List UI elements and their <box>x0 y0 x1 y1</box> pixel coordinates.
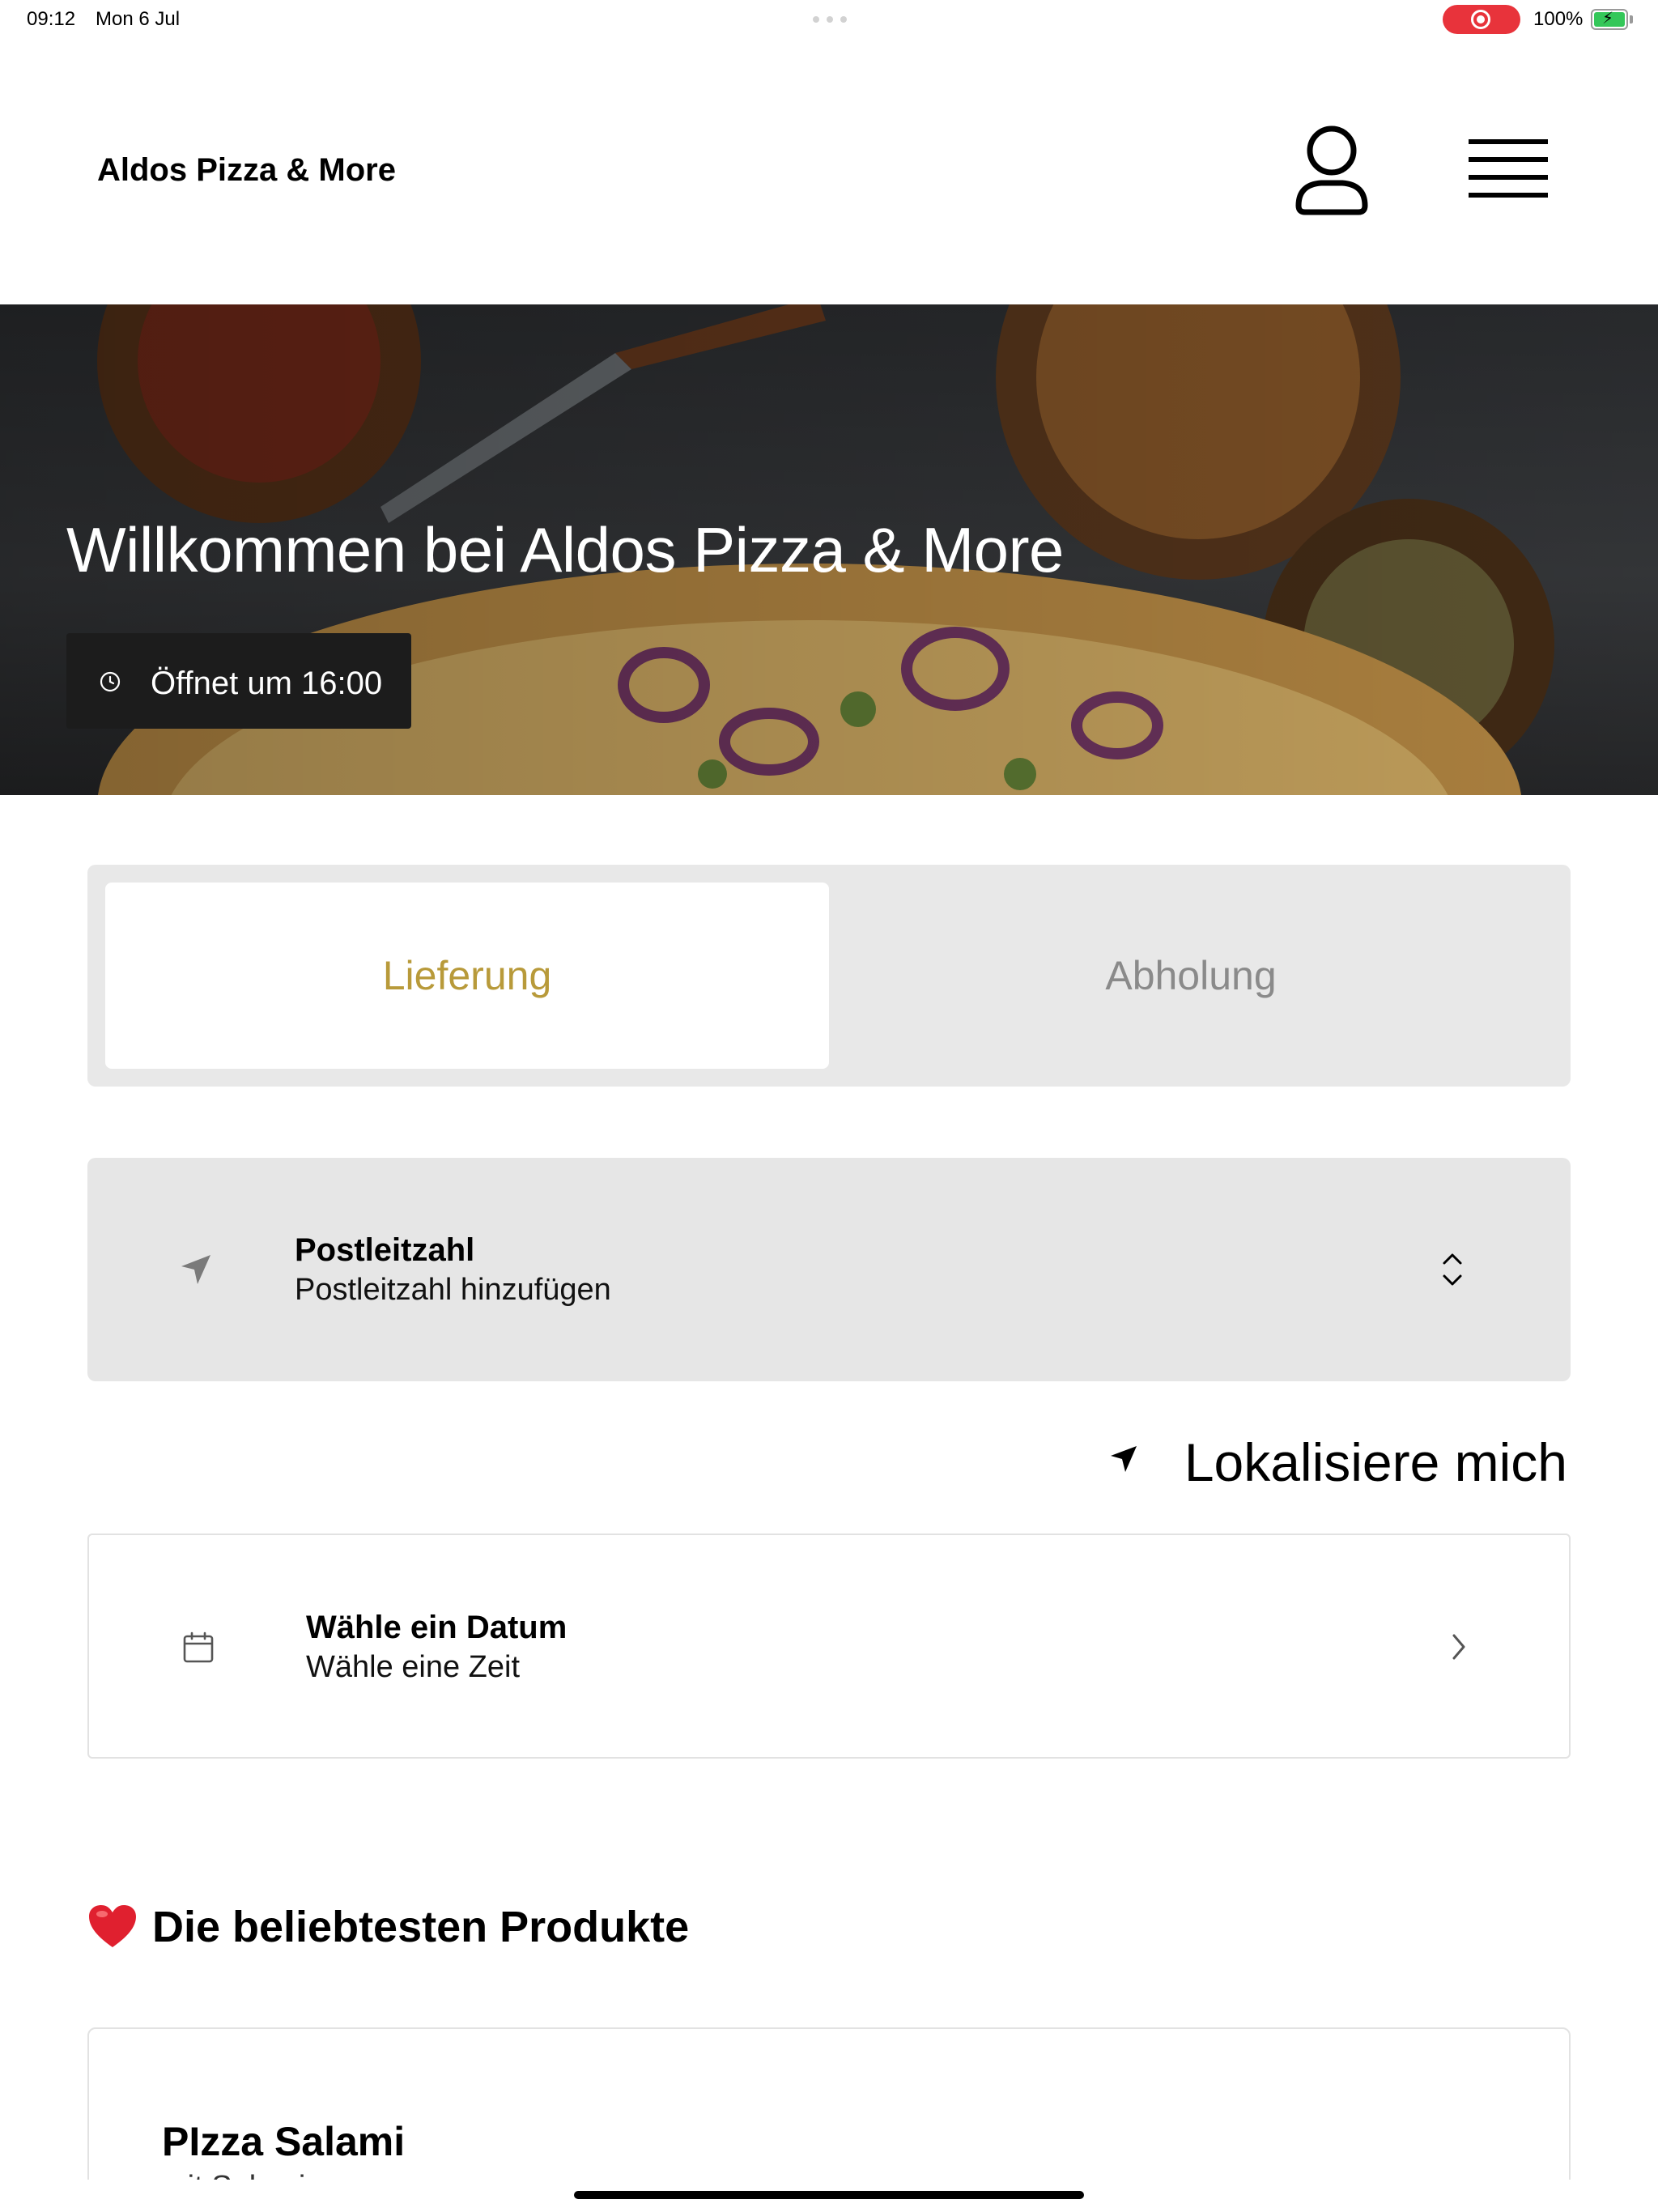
status-time: 09:12 <box>27 8 76 30</box>
app-header: Aldos Pizza & More <box>0 39 1658 304</box>
popular-products-title: Die beliebtesten Produkte <box>152 1903 690 1951</box>
heart-icon <box>89 1905 136 1947</box>
location-arrow-icon <box>181 1255 210 1284</box>
date-time-selector[interactable]: Wähle ein Datum Wähle eine Zeit <box>87 1534 1571 1759</box>
chevron-right-icon <box>1452 1634 1465 1660</box>
home-indicator[interactable] <box>574 2191 1084 2199</box>
postal-code-title: Postleitzahl <box>295 1232 475 1268</box>
battery-percentage: 100% <box>1533 8 1584 30</box>
opening-hours-label: Öffnet um 16:00 <box>151 666 383 701</box>
opening-hours-badge: Öffnet um 16:00 <box>66 633 411 729</box>
locate-me-button[interactable]: Lokalisiere mich <box>1107 1427 1571 1495</box>
up-down-chevron-icon <box>1443 1253 1462 1286</box>
time-subtitle: Wähle eine Zeit <box>306 1650 521 1684</box>
tab-delivery[interactable]: Lieferung <box>105 883 829 1069</box>
order-mode-toggle: Lieferung Abholung <box>87 865 1571 1087</box>
user-icon[interactable] <box>1287 120 1376 217</box>
tab-pickup[interactable]: Abholung <box>829 883 1553 1069</box>
product-name: PIzza Salami <box>162 2119 406 2164</box>
location-arrow-icon <box>1111 1446 1137 1472</box>
postal-code-selector[interactable]: Postleitzahl Postleitzahl hinzufügen <box>87 1158 1571 1381</box>
hero-title: Willkommen bei Aldos Pizza & More <box>66 514 1064 585</box>
brand-name[interactable]: Aldos Pizza & More <box>97 152 396 189</box>
status-date: Mon 6 Jul <box>96 8 181 30</box>
calendar-icon <box>183 1631 214 1663</box>
battery-cap <box>1630 15 1633 23</box>
postal-code-subtitle: Postleitzahl hinzufügen <box>295 1273 611 1307</box>
hero-banner: Willkommen bei Aldos Pizza & More Öffnet… <box>0 304 1658 795</box>
multitasking-dots-icon[interactable] <box>813 16 847 23</box>
popular-products-heading: Die beliebtesten Produkte <box>87 1898 689 1956</box>
clock-icon <box>100 671 121 692</box>
battery-icon <box>1591 8 1628 30</box>
hamburger-menu-icon[interactable] <box>1464 128 1553 209</box>
screen-recording-icon[interactable] <box>1443 5 1520 34</box>
status-bar: 09:12 Mon 6 Jul 100% <box>0 0 1658 39</box>
date-title: Wähle ein Datum <box>306 1610 568 1645</box>
locate-me-label: Lokalisiere mich <box>1184 1432 1567 1492</box>
